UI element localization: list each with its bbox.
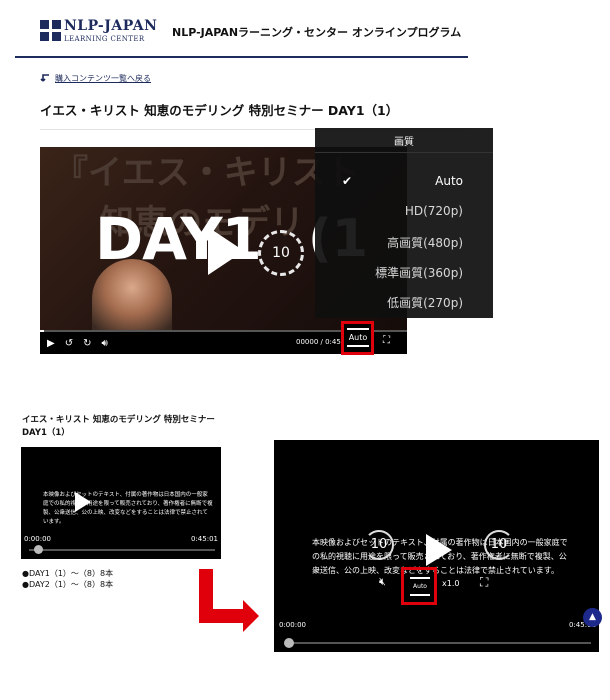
play-icon[interactable] <box>75 492 91 512</box>
mute-icon[interactable]: 🔇︎ <box>379 575 386 589</box>
quality-button[interactable]: Auto <box>401 567 437 605</box>
quality-button-label: Auto <box>347 328 369 347</box>
playback-speed[interactable]: x1.0 <box>442 579 459 588</box>
quality-option-720p[interactable]: HD(720p) <box>405 204 463 218</box>
episode-item: ●DAY1（1）～（8）8本 <box>22 569 114 578</box>
progress-track[interactable] <box>286 642 591 644</box>
time-start: 0:00:00 <box>24 535 51 543</box>
replay-10-icon[interactable]: ↺ <box>65 338 73 349</box>
arrow-head <box>243 600 259 632</box>
time-display: 00000 / 0:45:0 <box>296 338 348 346</box>
logo-name: NLP-JAPAN <box>64 18 158 34</box>
header-divider <box>15 56 468 58</box>
play-icon[interactable] <box>426 534 452 566</box>
time-start: 0:00:00 <box>279 621 306 629</box>
forward-10-icon[interactable]: 10 <box>258 230 304 276</box>
quality-menu: 画質 ✔ Auto HD(720p) 高画質(480p) 標準画質(360p) … <box>315 128 493 318</box>
fullscreen-icon[interactable]: ⛶ <box>383 335 390 346</box>
replay-10-icon[interactable]: 10 <box>364 530 394 560</box>
quality-option-auto[interactable]: Auto <box>435 174 463 188</box>
back-arrow-icon <box>40 74 49 82</box>
quality-option-480p[interactable]: 高画質(480p) <box>387 234 463 251</box>
small-video-player[interactable]: 本映像およびセットのテキスト、付属の著作物は日本国内の一般家庭での私的視聴に用途… <box>21 447 221 559</box>
forward-10-icon[interactable]: ↻ <box>83 338 91 349</box>
progress-knob[interactable] <box>34 545 43 554</box>
progress-knob[interactable] <box>284 638 294 648</box>
back-link-label[interactable]: 購入コンテンツ一覧へ戻る <box>55 73 151 84</box>
quality-option-270p[interactable]: 低画質(270p) <box>387 294 463 311</box>
lesson-title: イエス・キリスト 知恵のモデリング 特別セミナー DAY1（1） <box>40 103 399 118</box>
episode-item: ●DAY2（1）～（8）8本 <box>22 580 114 589</box>
logo-mark <box>40 20 61 41</box>
poster-heading-1: 『イエス・キリスト <box>54 153 360 193</box>
back-link[interactable]: 購入コンテンツ一覧へ戻る <box>40 73 151 84</box>
episode-list: ●DAY1（1）～（8）8本 ●DAY2（1）～（8）8本 <box>22 568 113 590</box>
chevron-up-icon[interactable]: ▲ <box>583 608 602 627</box>
copyright-caption: 本映像およびセットのテキスト、付属の著作物は日本国内の一般家庭での私的視聴に用途… <box>43 492 213 525</box>
time-end: 0:45:01 <box>191 535 218 543</box>
header-title: NLP-JAPANラーニング・センター オンラインプログラム <box>172 26 462 39</box>
logo-sub: LEARNING CENTER <box>64 35 145 43</box>
fullscreen-icon[interactable]: ⛶ <box>480 575 488 590</box>
quality-menu-divider <box>315 152 493 153</box>
play-icon[interactable]: ▶ <box>47 338 55 349</box>
forward-10-icon[interactable]: 10 <box>484 530 514 560</box>
expanded-video-player[interactable]: 本映像およびセットのテキスト、付属の著作物は日本国内の一般家庭での私的視聴に用途… <box>274 440 599 652</box>
quality-button-label: Auto <box>410 577 430 596</box>
check-icon: ✔ <box>342 174 353 188</box>
arrow-shaft-horizontal <box>199 609 245 623</box>
quality-button[interactable]: Auto <box>341 321 374 355</box>
small-card-title[interactable]: イエス・キリスト 知恵のモデリング 特別セミナー DAY1（1） <box>22 414 222 440</box>
volume-icon[interactable]: 🔊︎ <box>101 338 107 349</box>
play-icon[interactable] <box>208 227 244 275</box>
progress-track[interactable] <box>29 549 215 551</box>
quality-menu-title: 画質 <box>394 137 414 148</box>
quality-option-360p[interactable]: 標準画質(360p) <box>375 264 463 281</box>
